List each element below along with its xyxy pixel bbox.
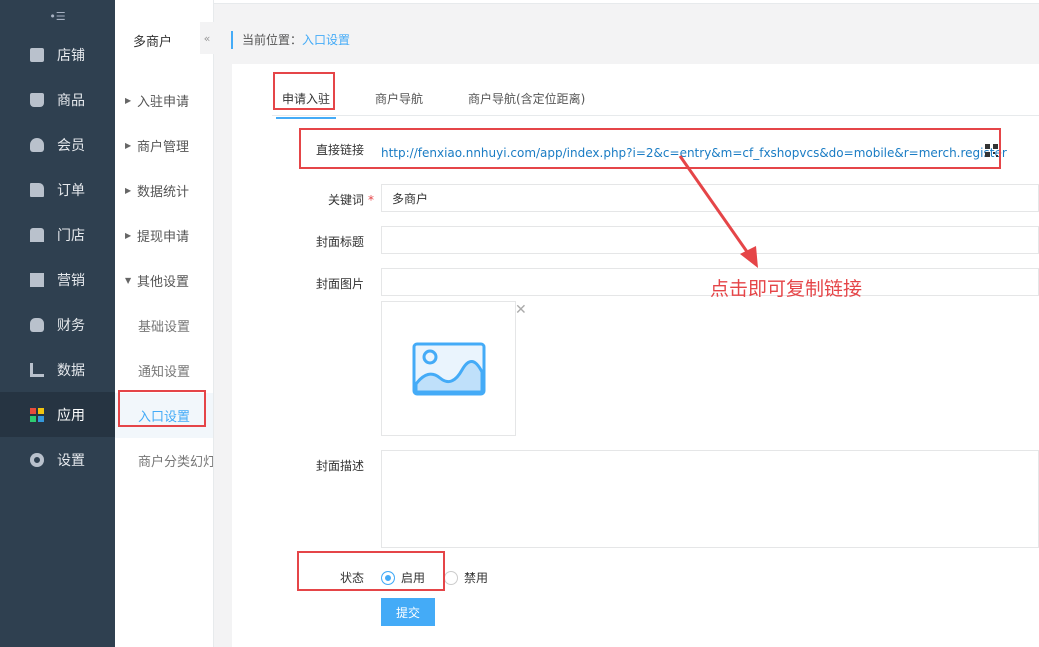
copy-hint-annotation: 点击即可复制链接 — [710, 278, 863, 300]
annotation-arrow — [678, 155, 758, 268]
keyword-label: 关键词 * — [292, 191, 374, 208]
subnav-group-merchant[interactable]: ▶ 商户管理 — [115, 123, 213, 168]
subnav-item-basic[interactable]: 基础设置 — [115, 303, 213, 348]
radio-label: 启用 — [401, 571, 426, 585]
tab-apply-entry[interactable]: 申请入驻 — [275, 90, 337, 119]
sidebar-item-data[interactable]: 数据 — [0, 347, 115, 392]
caret-down-icon: ▼ — [125, 276, 132, 285]
caret-right-icon: ▶ — [125, 186, 132, 195]
keyword-label-text: 关键词 — [327, 193, 364, 207]
subnav-title-text: 多商户 — [133, 35, 173, 50]
caret-right-icon: ▶ — [125, 96, 132, 105]
gear-icon — [30, 452, 44, 467]
submit-button[interactable]: 提交 — [381, 598, 435, 626]
sidebar-item-marketing[interactable]: 营销 — [0, 257, 115, 302]
main-sidebar: •☰ 店铺 商品 会员 订单 门店 营销 财务 数据 应用 设置 — [0, 0, 115, 647]
sidebar-item-shop[interactable]: 店铺 — [0, 32, 115, 77]
apps-icon — [30, 407, 44, 422]
direct-link-label: 直接链接 — [315, 143, 364, 157]
sidebar-item-finance[interactable]: 财务 — [0, 302, 115, 347]
sub-sidebar: 多商户 « ▶ 入驻申请 ▶ 商户管理 ▶ 数据统计 ▶ 提现申请 ▼ 其他设置 基础设置… — [115, 0, 214, 647]
image-placeholder-icon — [412, 342, 485, 395]
subnav-item-label: 基础设置 — [138, 320, 191, 335]
sidebar-item-label: 应用 — [57, 407, 85, 424]
menu-fold-icon[interactable]: •☰ — [0, 0, 115, 32]
sidebar-item-label: 财务 — [57, 317, 85, 334]
sidebar-item-store[interactable]: 门店 — [0, 212, 115, 257]
subnav-item-notify[interactable]: 通知设置 — [115, 348, 213, 393]
close-icon[interactable]: ✕ — [515, 303, 527, 317]
sidebar-item-label: 数据 — [57, 362, 85, 379]
cover-title-label: 封面标题 — [315, 235, 364, 249]
status-radio-enable[interactable]: 启用 — [381, 569, 425, 586]
subnav-group-label: 提现申请 — [137, 230, 190, 245]
sidebar-item-member[interactable]: 会员 — [0, 122, 115, 167]
user-icon — [30, 137, 44, 152]
sidebar-item-apps[interactable]: 应用 — [0, 392, 115, 437]
caret-right-icon: ▶ — [125, 231, 132, 240]
cover-image-preview[interactable] — [381, 301, 516, 436]
tab-merchant-nav[interactable]: 商户导航 — [375, 90, 423, 107]
cover-desc-label: 封面描述 — [315, 459, 364, 473]
sidebar-item-order[interactable]: 订单 — [0, 167, 115, 212]
sidebar-item-goods[interactable]: 商品 — [0, 77, 115, 122]
subnav-group-stats[interactable]: ▶ 数据统计 — [115, 168, 213, 213]
subnav-group-label: 入驻申请 — [137, 95, 190, 110]
radio-checked-icon — [381, 570, 395, 585]
radio-unchecked-icon — [444, 570, 458, 585]
subnav-item-label: 通知设置 — [138, 365, 191, 380]
money-bag-icon — [30, 317, 44, 332]
sidebar-item-label: 设置 — [57, 452, 85, 469]
cover-desc-textarea[interactable] — [381, 450, 1039, 548]
status-radio-disable[interactable]: 禁用 — [444, 569, 488, 586]
subnav-group-withdraw[interactable]: ▶ 提现申请 — [115, 213, 213, 258]
shop-icon — [30, 47, 44, 62]
subnav-title: 多商户 « — [115, 0, 214, 78]
store-icon — [30, 227, 44, 242]
qrcode-icon[interactable] — [985, 144, 998, 157]
sidebar-item-label: 会员 — [57, 137, 85, 154]
subnav-group-label: 数据统计 — [137, 185, 190, 200]
sidebar-item-label: 订单 — [57, 182, 85, 199]
subnav-item-label: 商户分类幻灯 — [138, 455, 213, 470]
subnav-item-category-slides[interactable]: 商户分类幻灯 — [115, 438, 213, 483]
subnav-group-label: 其他设置 — [137, 275, 190, 290]
double-chevron-left-icon[interactable]: « — [200, 22, 214, 54]
subnav-group-other[interactable]: ▼ 其他设置 — [115, 258, 213, 303]
breadcrumb-current[interactable]: 入口设置 — [302, 33, 350, 47]
sidebar-item-label: 商品 — [57, 92, 85, 109]
goods-icon — [30, 92, 44, 107]
breadcrumb-prefix: 当前位置： — [242, 33, 303, 47]
breadcrumb: 当前位置：入口设置 — [231, 31, 350, 49]
required-mark: * — [368, 193, 374, 207]
status-label: 状态 — [339, 571, 364, 585]
top-bar — [115, 0, 1039, 4]
order-icon — [30, 182, 44, 197]
subnav-group-label: 商户管理 — [137, 140, 190, 155]
gift-icon — [30, 272, 44, 287]
subnav-item-label: 入口设置 — [138, 410, 191, 425]
chart-icon — [30, 362, 44, 377]
radio-label: 禁用 — [464, 571, 489, 585]
cover-image-label: 封面图片 — [315, 277, 364, 291]
main-panel: 申请入驻 商户导航 商户导航(含定位距离) 直接链接 http://fenxia… — [232, 64, 1039, 647]
sidebar-item-label: 门店 — [57, 227, 85, 244]
sidebar-item-label: 营销 — [57, 272, 85, 289]
caret-right-icon: ▶ — [125, 141, 132, 150]
subnav-item-entry[interactable]: 入口设置 — [115, 393, 213, 438]
tab-bar: 申请入驻 商户导航 商户导航(含定位距离) — [272, 78, 1039, 119]
subnav-group-apply[interactable]: ▶ 入驻申请 — [115, 78, 213, 123]
tab-merchant-nav-distance[interactable]: 商户导航(含定位距离) — [468, 90, 585, 107]
sidebar-item-settings[interactable]: 设置 — [0, 437, 115, 482]
sidebar-item-label: 店铺 — [57, 47, 85, 64]
